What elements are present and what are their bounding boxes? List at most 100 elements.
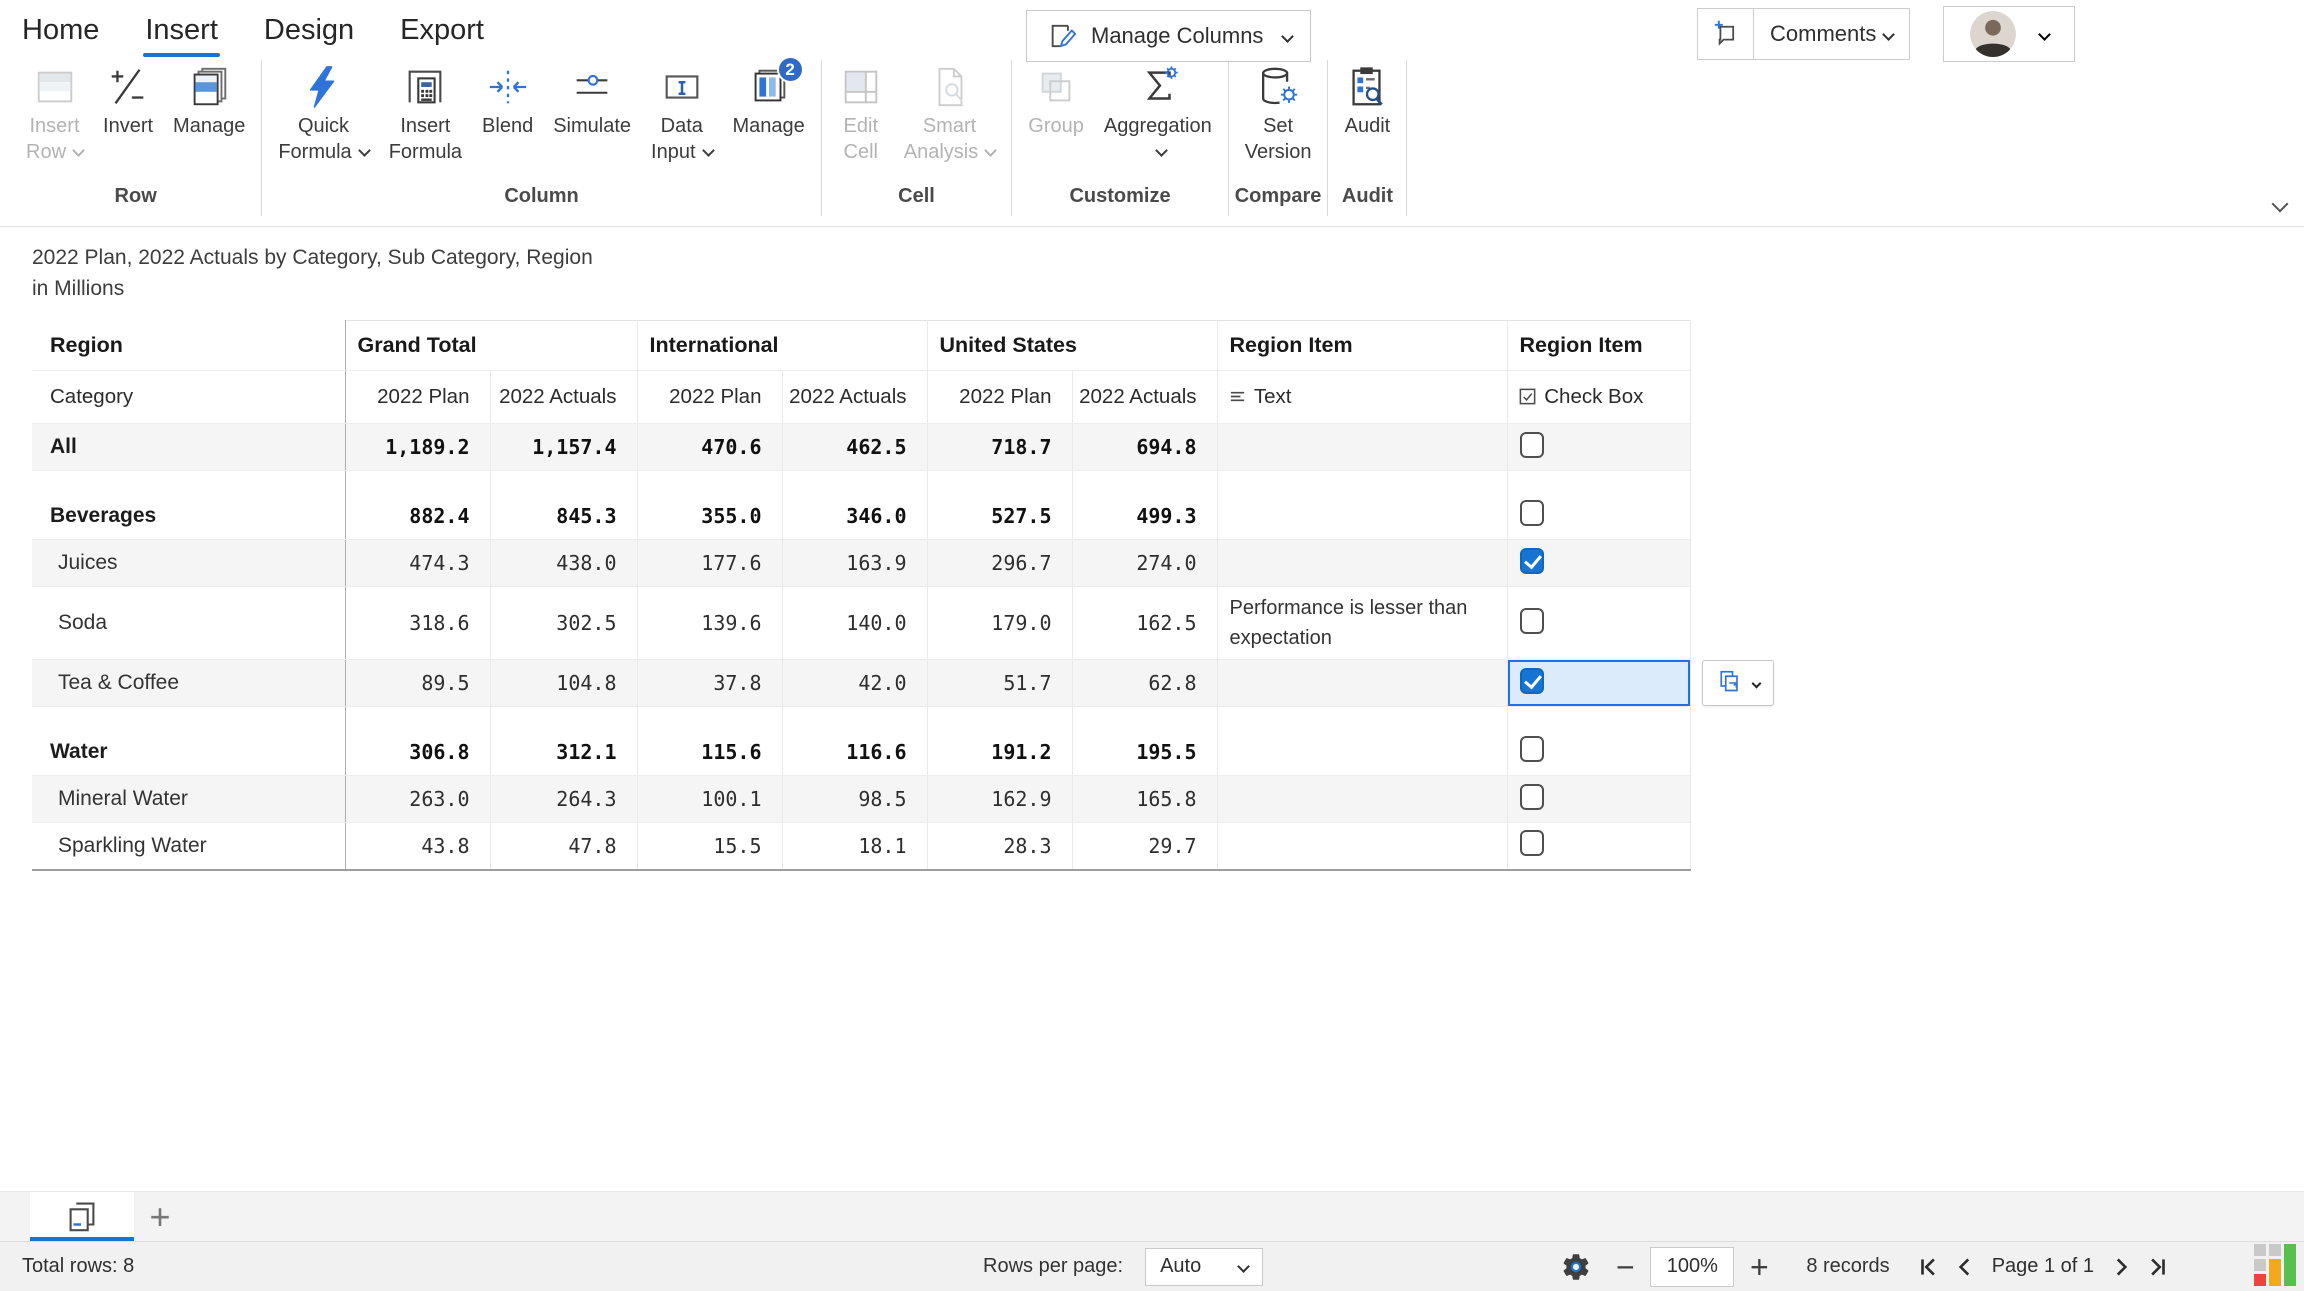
- value-cell[interactable]: 15.5: [637, 823, 782, 870]
- row-header-cell[interactable]: All: [32, 424, 345, 471]
- value-cell[interactable]: 302.5: [490, 587, 637, 660]
- value-cell[interactable]: 296.7: [927, 540, 1072, 587]
- checkbox[interactable]: [1520, 500, 1544, 526]
- row-header-cell[interactable]: Water: [32, 729, 345, 776]
- add-page-button[interactable]: +: [134, 1192, 186, 1241]
- comments-button[interactable]: Comments: [1754, 9, 1909, 59]
- checkbox[interactable]: [1520, 784, 1544, 810]
- value-cell[interactable]: 100.1: [637, 776, 782, 823]
- value-cell[interactable]: 42.0: [782, 660, 927, 707]
- value-cell[interactable]: 1,189.2: [345, 424, 490, 471]
- tab-export[interactable]: Export: [400, 14, 484, 47]
- last-page-button[interactable]: [2144, 1254, 2170, 1280]
- value-cell[interactable]: 191.2: [927, 729, 1072, 776]
- ribbon-button-smart-analysis[interactable]: Smart Analysis: [894, 62, 1005, 167]
- value-cell[interactable]: 845.3: [490, 493, 637, 540]
- row-header-cell[interactable]: Beverages: [32, 493, 345, 540]
- value-cell[interactable]: 474.3: [345, 540, 490, 587]
- ribbon-button-group[interactable]: Group: [1018, 62, 1094, 167]
- tab-home[interactable]: Home: [22, 14, 99, 47]
- checkbox-cell[interactable]: [1507, 587, 1690, 660]
- checkbox[interactable]: [1520, 668, 1544, 694]
- zoom-in-button[interactable]: +: [1744, 1252, 1774, 1282]
- checkbox-cell[interactable]: [1507, 660, 1690, 707]
- ribbon-button-insert-formula[interactable]: Insert Formula: [379, 62, 472, 167]
- us-actuals-header[interactable]: 2022 Actuals: [1072, 371, 1217, 424]
- value-cell[interactable]: 177.6: [637, 540, 782, 587]
- add-comment-button[interactable]: [1698, 9, 1754, 59]
- first-page-button[interactable]: [1916, 1254, 1942, 1280]
- text-cell[interactable]: Performance is lesser than expectation: [1217, 587, 1507, 660]
- row-header-cell[interactable]: Soda: [32, 587, 345, 660]
- ribbon-button-edit-cell[interactable]: Edit Cell: [828, 62, 894, 167]
- grand-total-header[interactable]: Grand Total: [345, 321, 637, 371]
- value-cell[interactable]: 89.5: [345, 660, 490, 707]
- value-cell[interactable]: 51.7: [927, 660, 1072, 707]
- collapse-ribbon-button[interactable]: [2266, 198, 2286, 218]
- row-header-cell[interactable]: Tea & Coffee: [32, 660, 345, 707]
- value-cell[interactable]: 312.1: [490, 729, 637, 776]
- text-cell[interactable]: [1217, 540, 1507, 587]
- text-cell[interactable]: [1217, 424, 1507, 471]
- value-cell[interactable]: 355.0: [637, 493, 782, 540]
- tab-design[interactable]: Design: [264, 14, 354, 47]
- row-header-cell[interactable]: Mineral Water: [32, 776, 345, 823]
- user-menu-button[interactable]: [1943, 6, 2075, 62]
- ribbon-button-quick-formula[interactable]: Quick Formula: [268, 62, 378, 167]
- value-cell[interactable]: 179.0: [927, 587, 1072, 660]
- intl-plan-header[interactable]: 2022 Plan: [637, 371, 782, 424]
- checkbox-cell[interactable]: [1507, 540, 1690, 587]
- gt-plan-header[interactable]: 2022 Plan: [345, 371, 490, 424]
- checkbox-cell[interactable]: [1507, 776, 1690, 823]
- checkbox[interactable]: [1520, 736, 1544, 762]
- checkbox[interactable]: [1520, 830, 1544, 856]
- checkbox-subheader[interactable]: Check Box: [1507, 371, 1690, 424]
- value-cell[interactable]: 346.0: [782, 493, 927, 540]
- text-subheader[interactable]: Text: [1217, 371, 1507, 424]
- text-cell[interactable]: [1217, 823, 1507, 870]
- value-cell[interactable]: 104.8: [490, 660, 637, 707]
- value-cell[interactable]: 162.9: [927, 776, 1072, 823]
- next-page-button[interactable]: [2108, 1254, 2134, 1280]
- value-cell[interactable]: 37.8: [637, 660, 782, 707]
- text-cell[interactable]: [1217, 493, 1507, 540]
- value-cell[interactable]: 264.3: [490, 776, 637, 823]
- zoom-out-button[interactable]: −: [1610, 1252, 1640, 1282]
- value-cell[interactable]: 163.9: [782, 540, 927, 587]
- report-page-tab[interactable]: [30, 1192, 134, 1241]
- ribbon-button-manage[interactable]: Manage: [163, 62, 255, 167]
- value-cell[interactable]: 62.8: [1072, 660, 1217, 707]
- value-cell[interactable]: 462.5: [782, 424, 927, 471]
- ribbon-button-audit[interactable]: Audit: [1334, 62, 1400, 167]
- value-cell[interactable]: 318.6: [345, 587, 490, 660]
- international-header[interactable]: International: [637, 321, 927, 371]
- value-cell[interactable]: 306.8: [345, 729, 490, 776]
- manage-columns-button[interactable]: Manage Columns: [1026, 10, 1311, 62]
- ribbon-button-simulate[interactable]: Simulate: [543, 62, 641, 167]
- us-plan-header[interactable]: 2022 Plan: [927, 371, 1072, 424]
- value-cell[interactable]: 116.6: [782, 729, 927, 776]
- checkbox-cell[interactable]: [1507, 424, 1690, 471]
- previous-page-button[interactable]: [1952, 1254, 1978, 1280]
- intl-actuals-header[interactable]: 2022 Actuals: [782, 371, 927, 424]
- value-cell[interactable]: 162.5: [1072, 587, 1217, 660]
- value-cell[interactable]: 47.8: [490, 823, 637, 870]
- value-cell[interactable]: 28.3: [927, 823, 1072, 870]
- category-header[interactable]: Category: [32, 371, 345, 424]
- checkbox[interactable]: [1520, 548, 1544, 574]
- value-cell[interactable]: 499.3: [1072, 493, 1217, 540]
- ribbon-button-insert-row[interactable]: Insert Row: [16, 62, 93, 167]
- row-header-cell[interactable]: Sparkling Water: [32, 823, 345, 870]
- ribbon-button-aggregation[interactable]: Aggregation: [1094, 62, 1222, 167]
- value-cell[interactable]: 274.0: [1072, 540, 1217, 587]
- value-cell[interactable]: 98.5: [782, 776, 927, 823]
- value-cell[interactable]: 882.4: [345, 493, 490, 540]
- ribbon-button-manage[interactable]: 2 Manage: [723, 62, 815, 167]
- value-cell[interactable]: 694.8: [1072, 424, 1217, 471]
- row-header-cell[interactable]: Juices: [32, 540, 345, 587]
- cell-copy-dropdown-button[interactable]: [1702, 660, 1774, 706]
- checkbox-cell[interactable]: [1507, 729, 1690, 776]
- region-item-checkbox-header[interactable]: Region Item: [1507, 321, 1690, 371]
- value-cell[interactable]: 527.5: [927, 493, 1072, 540]
- checkbox[interactable]: [1520, 608, 1544, 634]
